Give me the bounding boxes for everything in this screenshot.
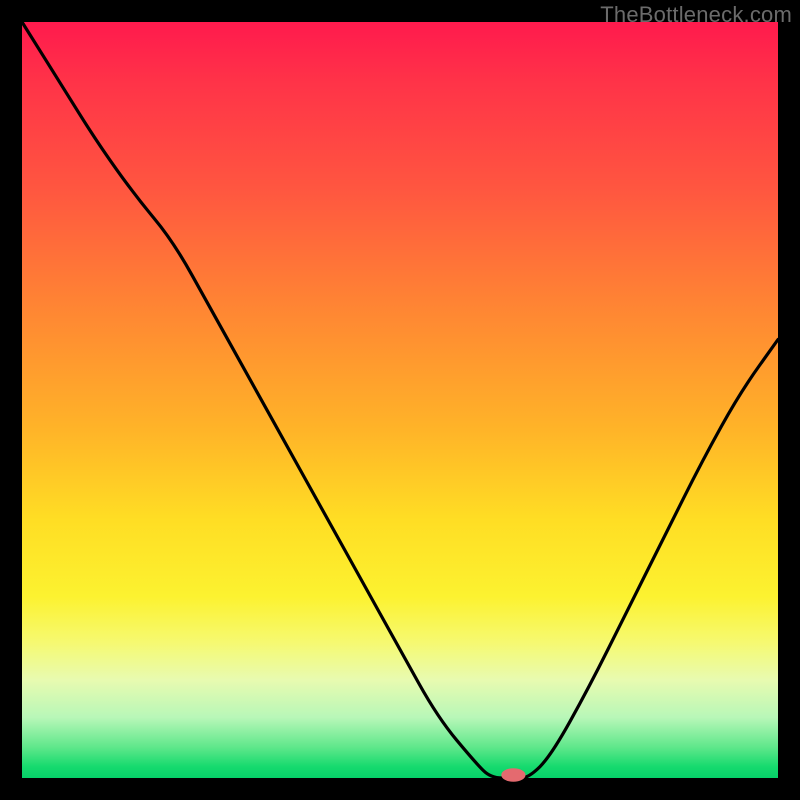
plot-area	[22, 22, 778, 778]
bottleneck-curve	[22, 22, 778, 778]
optimal-point-marker	[501, 768, 525, 782]
chart-frame: TheBottleneck.com	[0, 0, 800, 800]
curve-path	[22, 22, 778, 778]
watermark-text: TheBottleneck.com	[600, 2, 792, 28]
